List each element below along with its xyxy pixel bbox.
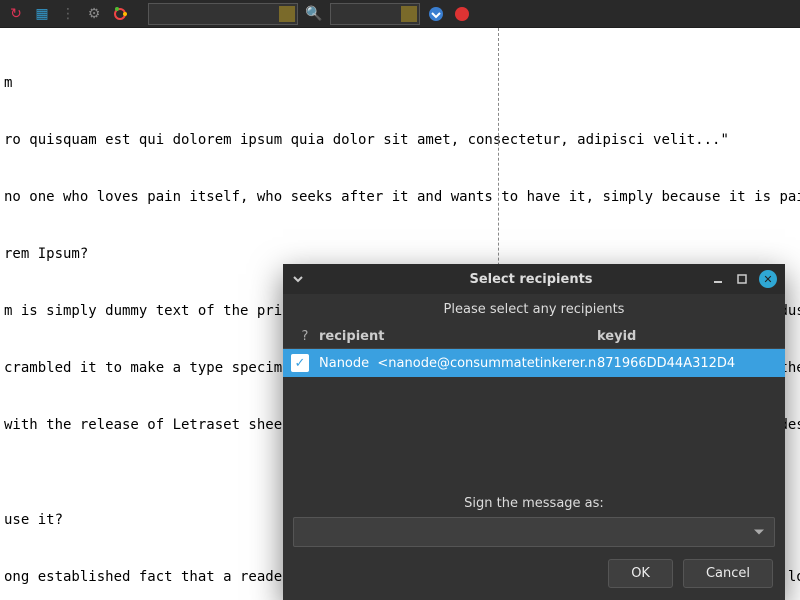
recipient-checkbox[interactable]: ✓ [291,354,309,372]
dialog-titlebar: Select recipients ✕ [283,264,785,294]
down-arrow-icon[interactable] [426,4,446,24]
dialog-buttons: OK Cancel [283,547,785,600]
folder-icon [401,6,417,22]
ubuntu-icon[interactable] [110,4,130,24]
column-header-q[interactable]: ? [291,329,319,344]
apps-icon[interactable]: ▦ [32,4,52,24]
editor-line: rem Ipsum? [0,245,800,264]
recipient-label: Nanode <nanode@consummatetinkerer.net> [319,356,597,371]
editor-line: ro quisquam est qui dolorem ipsum quia d… [0,131,800,150]
dialog-title: Select recipients [351,272,711,287]
close-icon[interactable]: ✕ [759,270,777,288]
column-header-recipient[interactable]: recipient [319,329,597,344]
dialog-instruction: Please select any recipients [283,294,785,325]
chevron-down-icon [754,530,764,535]
separator-icon: ⋮ [58,4,78,24]
recipient-row[interactable]: ✓ Nanode <nanode@consummatetinkerer.net>… [283,349,785,377]
refresh-icon[interactable]: ↻ [6,4,26,24]
editor-line: m [0,74,800,93]
stop-icon[interactable] [452,4,472,24]
column-header-keyid[interactable]: keyid [597,329,777,344]
toolbar-field-1[interactable] [148,3,298,25]
toolbar: ↻ ▦ ⋮ ⚙ 🔍 [0,0,800,28]
folder-icon [279,6,295,22]
recipient-table-body: ✓ Nanode <nanode@consummatetinkerer.net>… [283,349,785,488]
cancel-button[interactable]: Cancel [683,559,773,588]
editor-line: no one who loves pain itself, who seeks … [0,188,800,207]
chevron-down-icon[interactable] [291,272,305,286]
sign-label: Sign the message as: [283,488,785,517]
recipient-table-header: ? recipient keyid [283,325,785,349]
gear-icon[interactable]: ⚙ [84,4,104,24]
maximize-icon[interactable] [735,272,749,286]
ok-button[interactable]: OK [608,559,673,588]
recipient-keyid: 871966DD44A312D4 [597,356,777,371]
sign-as-combobox[interactable] [293,517,775,547]
search-icon[interactable]: 🔍 [304,4,324,24]
minimize-icon[interactable] [711,272,725,286]
select-recipients-dialog: Select recipients ✕ Please select any re… [283,264,785,600]
toolbar-field-2[interactable] [330,3,420,25]
